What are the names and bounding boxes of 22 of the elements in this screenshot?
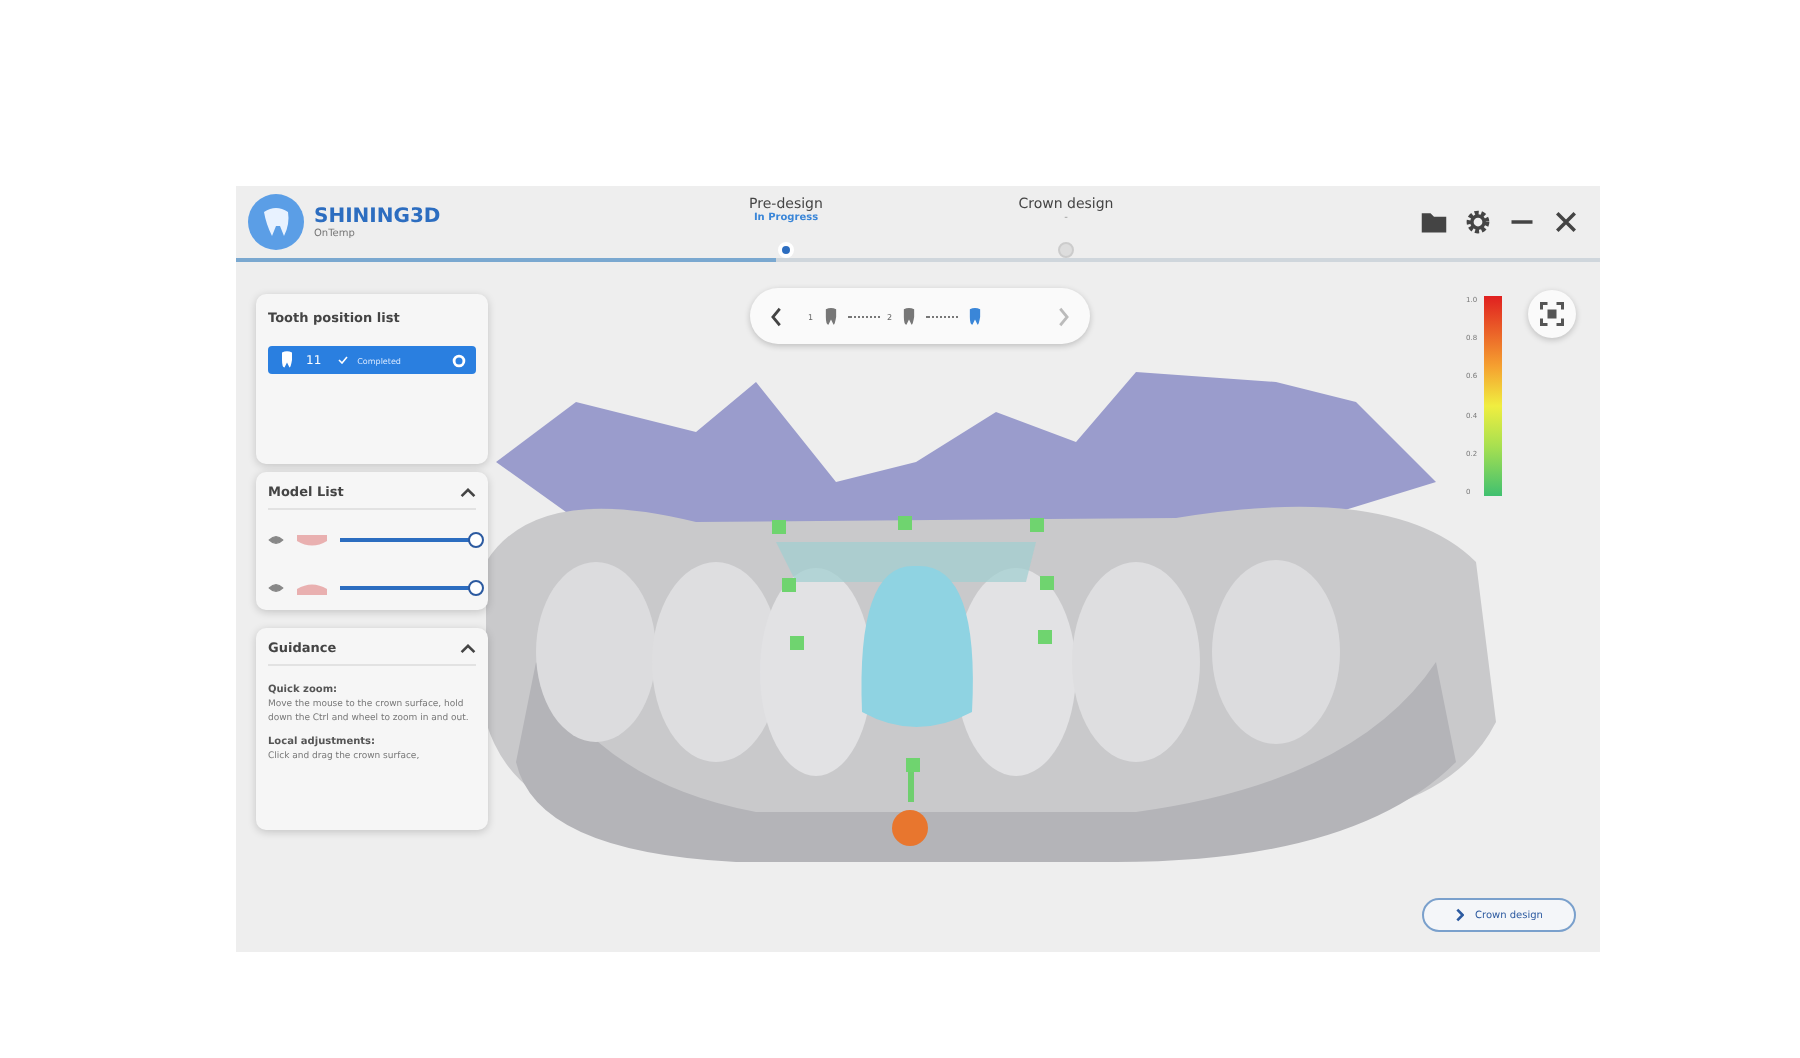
chevron-icon[interactable] bbox=[460, 487, 476, 497]
settings-icon[interactable] bbox=[1464, 208, 1492, 236]
close-icon[interactable] bbox=[1552, 208, 1580, 236]
step-dot[interactable] bbox=[1058, 242, 1074, 258]
tooth-tool-icon[interactable] bbox=[900, 305, 919, 327]
chevron-icon bbox=[1455, 908, 1464, 922]
lower-jaw-icon bbox=[294, 579, 330, 597]
tooth-tool-icon[interactable] bbox=[821, 305, 840, 327]
tooth-logo-icon bbox=[246, 192, 306, 252]
upper-jaw-icon bbox=[294, 531, 330, 549]
tooth-tool-icon[interactable] bbox=[966, 305, 985, 327]
back-icon[interactable] bbox=[770, 305, 784, 327]
folder-icon[interactable] bbox=[1420, 208, 1448, 236]
refresh-icon[interactable] bbox=[452, 353, 466, 367]
check-icon bbox=[337, 356, 348, 364]
eye-icon[interactable] bbox=[268, 534, 284, 546]
chevron-icon[interactable] bbox=[460, 643, 476, 653]
fit-view-button[interactable] bbox=[1528, 290, 1576, 338]
tooth-icon bbox=[278, 350, 296, 370]
app-name: SHINING3D bbox=[314, 205, 441, 227]
eye-icon[interactable] bbox=[268, 582, 284, 594]
focus-icon bbox=[1540, 302, 1564, 326]
